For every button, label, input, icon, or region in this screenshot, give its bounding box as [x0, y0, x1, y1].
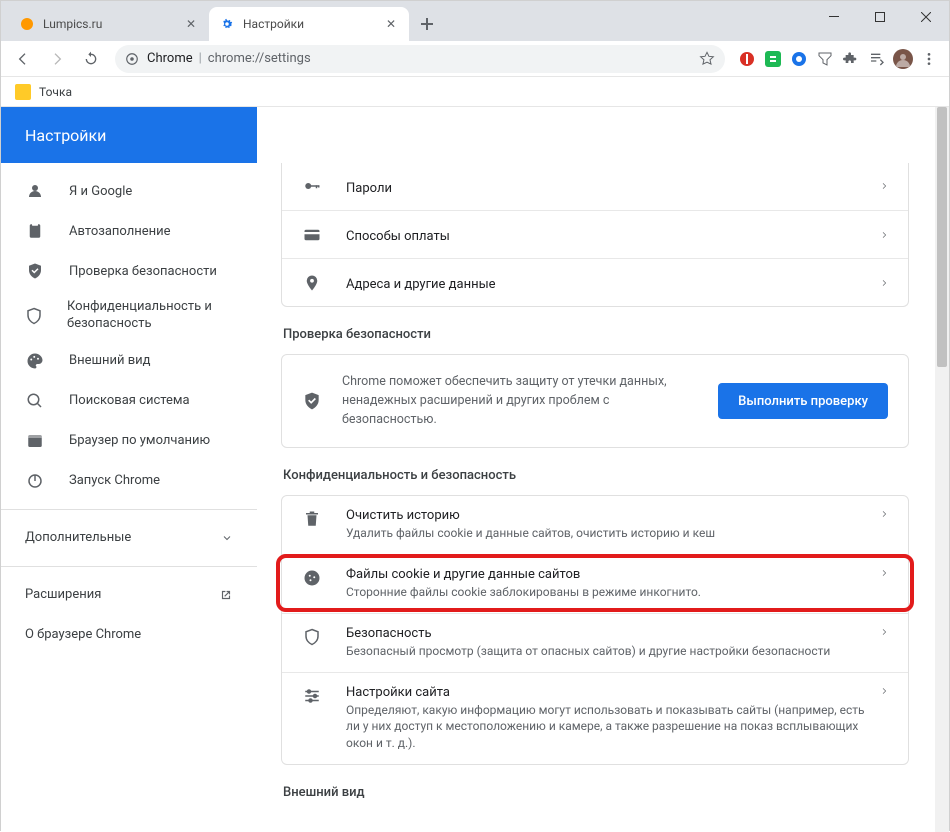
back-button[interactable] — [7, 43, 39, 75]
settings-page: Настройки Поиск настроек Я и Google Авто… — [1, 107, 949, 832]
extensions-icon[interactable] — [841, 49, 861, 69]
row-site-settings[interactable]: Настройки сайта Определяют, какую информ… — [282, 672, 908, 764]
divider — [1, 566, 257, 567]
open-external-icon — [219, 588, 233, 602]
chevron-right-icon — [880, 508, 888, 520]
browser-toolbar: Chrome | chrome://settings — [1, 41, 949, 77]
omni-protocol: Chrome — [147, 51, 193, 66]
safety-check-card: Chrome поможет обеспечить защиту от утеч… — [281, 354, 909, 448]
minimize-button[interactable] — [811, 1, 857, 33]
bookmarks-bar: Точка — [1, 77, 949, 107]
shield-check-icon — [25, 261, 45, 281]
sidebar-item-you-and-google[interactable]: Я и Google — [1, 171, 257, 211]
close-icon[interactable]: ✕ — [183, 16, 199, 32]
chevron-right-icon — [880, 685, 888, 697]
safety-check-heading: Проверка безопасности — [283, 327, 909, 342]
shield-icon — [302, 628, 322, 646]
row-payments[interactable]: Способы оплаты — [282, 210, 908, 258]
sidebar-item-autofill[interactable]: Автозаполнение — [1, 211, 257, 251]
key-icon — [302, 177, 322, 195]
reading-list-icon[interactable] — [867, 49, 887, 69]
omni-separator: | — [199, 51, 202, 66]
sliders-icon — [302, 687, 322, 705]
trash-icon — [302, 510, 322, 528]
ext-icon-2[interactable] — [763, 49, 783, 69]
new-tab-button[interactable] — [413, 10, 441, 38]
privacy-card: Очистить историю Удалить файлы cookie и … — [281, 495, 909, 765]
chevron-down-icon — [221, 532, 233, 544]
settings-main: Пароли Способы оплаты Адреса и другие да… — [257, 107, 949, 832]
shield-check-icon — [302, 391, 322, 411]
close-window-button[interactable] — [903, 1, 949, 33]
person-icon — [25, 181, 45, 201]
chevron-right-icon — [880, 277, 888, 289]
search-icon — [25, 391, 45, 411]
row-security[interactable]: Безопасность Безопасный просмотр (защита… — [282, 613, 908, 672]
reload-button[interactable] — [75, 43, 107, 75]
extension-icons — [733, 49, 943, 69]
omni-url: chrome://settings — [208, 51, 311, 66]
tab-title: Настройки — [243, 17, 304, 31]
row-addresses[interactable]: Адреса и другие данные — [282, 258, 908, 306]
scrollbar-thumb[interactable] — [937, 107, 947, 367]
close-icon[interactable]: ✕ — [383, 16, 399, 32]
row-passwords[interactable]: Пароли — [282, 163, 908, 210]
window-titlebar: Lumpics.ru ✕ Настройки ✕ — [1, 1, 949, 41]
chevron-right-icon — [880, 180, 888, 192]
ext-icon-1[interactable] — [737, 49, 757, 69]
privacy-heading: Конфиденциальность и безопасность — [283, 468, 909, 483]
location-icon — [302, 274, 322, 292]
tab-strip: Lumpics.ru ✕ Настройки ✕ — [1, 7, 441, 41]
address-bar[interactable]: Chrome | chrome://settings — [115, 45, 725, 73]
ext-icon-4[interactable] — [815, 49, 835, 69]
safety-desc: Chrome поможет обеспечить защиту от утеч… — [342, 373, 698, 429]
tab-favicon-settings — [219, 16, 235, 32]
profile-avatar[interactable] — [893, 49, 913, 69]
sidebar-item-on-startup[interactable]: Запуск Chrome — [1, 461, 257, 501]
row-cookies[interactable]: Файлы cookie и другие данные сайтов Стор… — [282, 554, 908, 613]
vertical-scrollbar[interactable] — [935, 107, 949, 832]
maximize-button[interactable] — [857, 1, 903, 33]
divider — [1, 509, 257, 510]
power-icon — [25, 471, 45, 491]
tab-settings[interactable]: Настройки ✕ — [209, 7, 409, 41]
tab-favicon-lumpics — [19, 16, 35, 32]
chevron-right-icon — [880, 229, 888, 241]
sidebar-item-safety-check[interactable]: Проверка безопасности — [1, 251, 257, 291]
chevron-right-icon — [880, 626, 888, 638]
forward-button[interactable] — [41, 43, 73, 75]
bookmark-item[interactable]: Точка — [39, 85, 72, 99]
shield-icon — [25, 306, 43, 326]
tab-lumpics[interactable]: Lumpics.ru ✕ — [9, 7, 209, 41]
tab-title: Lumpics.ru — [43, 17, 102, 31]
cookie-icon — [302, 569, 322, 587]
settings-sidebar: Я и Google Автозаполнение Проверка безоп… — [1, 107, 257, 832]
sidebar-extensions[interactable]: Расширения — [1, 575, 257, 615]
autofill-card: Пароли Способы оплаты Адреса и другие да… — [281, 163, 909, 307]
chevron-right-icon — [880, 567, 888, 579]
row-clear-data[interactable]: Очистить историю Удалить файлы cookie и … — [282, 496, 908, 554]
credit-card-icon — [302, 226, 322, 244]
palette-icon — [25, 351, 45, 371]
ext-icon-3[interactable] — [789, 49, 809, 69]
run-safety-check-button[interactable]: Выполнить проверку — [718, 383, 888, 419]
sidebar-item-search-engine[interactable]: Поисковая система — [1, 381, 257, 421]
menu-icon[interactable] — [919, 49, 939, 69]
window-controls — [811, 1, 949, 33]
sidebar-advanced[interactable]: Дополнительные — [1, 518, 257, 558]
sidebar-item-default-browser[interactable]: Браузер по умолчанию — [1, 421, 257, 461]
appearance-heading: Внешний вид — [283, 785, 909, 800]
bookmark-star-icon[interactable] — [699, 51, 715, 67]
clipboard-icon — [25, 221, 45, 241]
sidebar-about[interactable]: О браузере Chrome — [1, 615, 257, 655]
sidebar-item-privacy[interactable]: Конфиденциальность и безопасность — [1, 291, 257, 341]
sidebar-item-appearance[interactable]: Внешний вид — [1, 341, 257, 381]
browser-icon — [25, 431, 45, 451]
folder-icon — [15, 84, 31, 100]
settings-title: Настройки — [1, 107, 257, 163]
